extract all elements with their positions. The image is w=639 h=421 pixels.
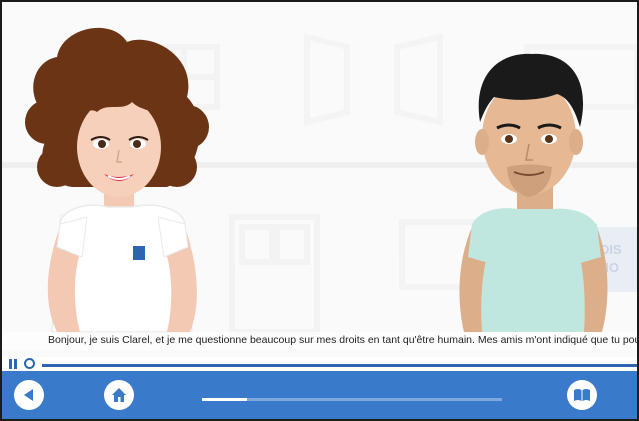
pause-icon[interactable]	[8, 359, 18, 369]
shirt-logo	[133, 246, 145, 260]
scrubber-track[interactable]	[42, 364, 637, 367]
glossary-button[interactable]	[567, 380, 597, 410]
slide-progress-bar	[202, 398, 502, 401]
video-scene[interactable]: DIS MO Bonjour, je suis Clarel, et je me…	[2, 2, 637, 357]
back-button[interactable]	[14, 380, 44, 410]
scene-illustration: DIS MO	[2, 2, 637, 357]
home-button[interactable]	[104, 380, 134, 410]
triangle-left-icon	[24, 389, 33, 401]
slide-progress-fill	[202, 398, 247, 401]
bottom-toolbar	[2, 371, 637, 419]
open-book-icon	[574, 389, 590, 401]
subtitle-text: Bonjour, je suis Clarel, et je me questi…	[48, 334, 637, 346]
house-icon	[112, 388, 126, 402]
scrubber-fill	[42, 364, 72, 367]
girl-character	[25, 27, 209, 333]
video-progress-row	[2, 357, 637, 371]
subtitle-bar: Bonjour, je suis Clarel, et je me questi…	[2, 332, 637, 350]
scrubber-handle[interactable]	[24, 358, 35, 369]
app-frame: DIS MO Bonjour, je suis Clarel, et je me…	[0, 0, 639, 421]
